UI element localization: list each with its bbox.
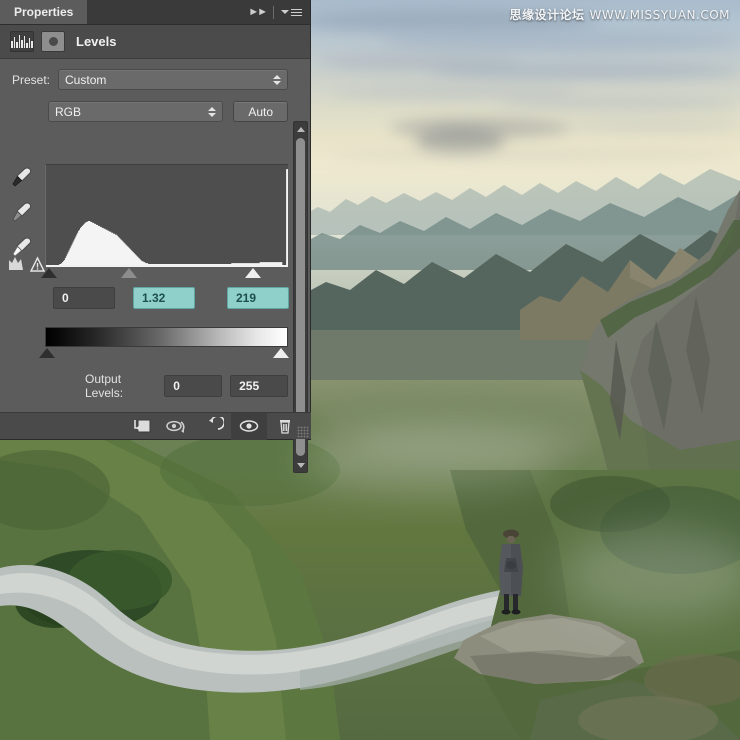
cloud: [430, 62, 740, 80]
preset-value: Custom: [65, 72, 107, 87]
output-highlight-field[interactable]: 255: [230, 375, 288, 397]
cloud: [560, 120, 740, 132]
tab-properties[interactable]: Properties: [0, 0, 89, 24]
set-gray-point-eyedropper[interactable]: [8, 199, 34, 225]
input-level-fields: 0 1.32 219: [45, 287, 289, 313]
watermark-cn: 思缘设计论坛: [509, 8, 585, 22]
scrollbar-thumb[interactable]: [296, 138, 305, 456]
output-shadow-slider[interactable]: [39, 348, 55, 358]
levels-controls: 0 1.32 219 Output Levels: 0 255: [39, 164, 289, 400]
cloud: [380, 30, 740, 52]
panel-tab-bar: Properties ►►: [0, 0, 310, 25]
output-levels-row: Output Levels: 0 255: [45, 360, 288, 400]
mist: [300, 430, 560, 490]
set-black-point-eyedropper[interactable]: [8, 164, 34, 190]
clipping-warning-icon[interactable]: [8, 254, 45, 272]
histogram[interactable]: [45, 164, 288, 267]
output-highlight-slider[interactable]: [273, 348, 289, 358]
input-midtone-slider[interactable]: [121, 268, 137, 278]
input-shadow-field[interactable]: 0: [53, 287, 115, 309]
double-chevron-right-icon[interactable]: ►►: [248, 6, 268, 18]
channel-value: RGB: [55, 104, 82, 119]
mask-dot: [48, 37, 58, 46]
panel-body: Preset: Custom RGB Auto 0 1.32 219 Outpu…: [0, 59, 310, 473]
tab-bar-spacer: [88, 0, 248, 24]
watermark-en: WWW.MISSYUAN.COM: [589, 8, 730, 22]
levels-histogram-icon[interactable]: [10, 31, 34, 52]
scroll-down-arrow-icon[interactable]: [296, 458, 305, 472]
clip-to-layer-button[interactable]: [123, 413, 159, 440]
channel-row: RGB Auto: [0, 90, 310, 122]
resize-grip[interactable]: [297, 426, 309, 438]
stepper-arrows-icon[interactable]: [208, 106, 217, 117]
divider: [273, 5, 274, 19]
tab-properties-label: Properties: [14, 5, 74, 19]
scroll-up-arrow-icon[interactable]: [296, 122, 305, 136]
properties-panel[interactable]: Properties ►► Levels Preset: Custom RGB …: [0, 0, 311, 473]
preset-label: Preset:: [12, 72, 51, 87]
screenshot-root: 思缘设计论坛 WWW.MISSYUAN.COM Properties ►► Le…: [0, 0, 740, 740]
channel-select[interactable]: RGB: [48, 101, 224, 122]
input-highlight-slider[interactable]: [245, 268, 261, 278]
watermark: 思缘设计论坛 WWW.MISSYUAN.COM: [510, 6, 730, 23]
view-previous-state-button[interactable]: [159, 413, 195, 440]
input-level-sliders: [41, 267, 288, 281]
stepper-arrows-icon[interactable]: [273, 74, 281, 85]
histogram-plot: [46, 169, 288, 267]
output-level-sliders: [39, 347, 289, 360]
cloud: [500, 96, 740, 110]
auto-button[interactable]: Auto: [233, 101, 288, 122]
layer-mask-icon[interactable]: [41, 31, 65, 52]
panel-toolbar: [0, 412, 311, 440]
panel-tab-controls: ►►: [248, 0, 310, 24]
output-gradient-ramp: [45, 327, 288, 347]
panel-title-row: Levels: [0, 25, 310, 59]
output-shadow-field[interactable]: 0: [164, 375, 223, 397]
reset-button[interactable]: [195, 413, 231, 440]
input-highlight-field[interactable]: 219: [227, 287, 289, 309]
chevron-down-icon: [281, 10, 289, 14]
preset-row: Preset: Custom: [0, 59, 310, 90]
standing-figure: [499, 529, 523, 615]
output-levels-label: Output Levels:: [85, 372, 124, 400]
preset-select[interactable]: Custom: [58, 69, 288, 90]
input-shadow-slider[interactable]: [41, 268, 57, 278]
input-midtone-field[interactable]: 1.32: [133, 287, 195, 309]
page-title: Levels: [76, 34, 117, 49]
panel-menu-icon[interactable]: [281, 8, 302, 16]
toggle-visibility-button[interactable]: [231, 412, 267, 440]
hamburger-lines-icon: [291, 8, 302, 16]
